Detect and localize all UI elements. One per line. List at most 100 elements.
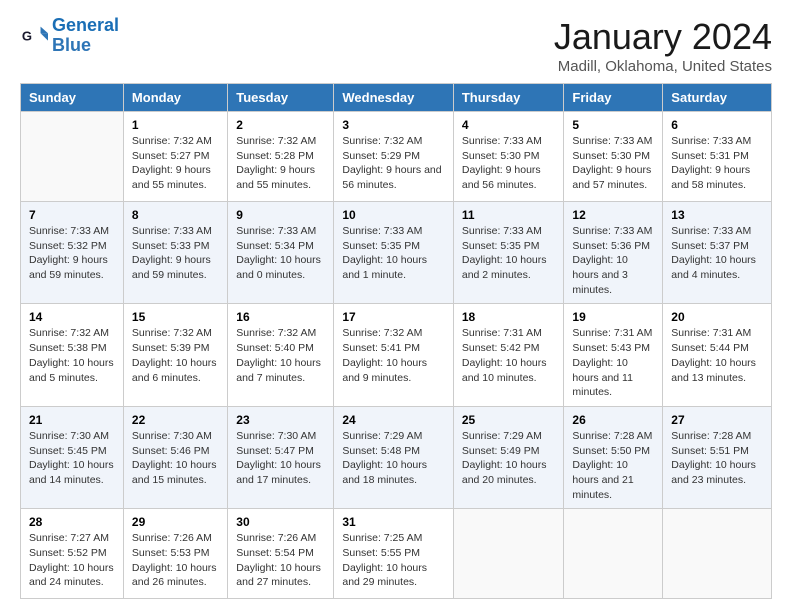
day-info: Sunrise: 7:32 AMSunset: 5:38 PMDaylight:… xyxy=(29,326,115,385)
calendar-cell: 16Sunrise: 7:32 AMSunset: 5:40 PMDayligh… xyxy=(228,304,334,406)
day-info: Sunrise: 7:31 AMSunset: 5:42 PMDaylight:… xyxy=(462,326,556,385)
day-number: 28 xyxy=(29,515,115,529)
day-info: Sunrise: 7:31 AMSunset: 5:44 PMDaylight:… xyxy=(671,326,763,385)
day-info: Sunrise: 7:32 AMSunset: 5:27 PMDaylight:… xyxy=(132,134,219,193)
day-info: Sunrise: 7:33 AMSunset: 5:30 PMDaylight:… xyxy=(462,134,556,193)
calendar-week-row: 28 Sunrise: 7:27 AMSunset: 5:52 PMDayligh… xyxy=(21,509,772,599)
calendar-cell: 1Sunrise: 7:32 AMSunset: 5:27 PMDaylight… xyxy=(123,112,227,202)
day-info: Sunrise: 7:32 AMSunset: 5:40 PMDaylight:… xyxy=(236,326,325,385)
day-number: 31 xyxy=(342,515,445,529)
day-number: 11 xyxy=(462,208,556,222)
calendar-cell: 31 Sunrise: 7:25 AMSunset: 5:55 PMDayligh… xyxy=(334,509,454,599)
calendar-cell: 17Sunrise: 7:32 AMSunset: 5:41 PMDayligh… xyxy=(334,304,454,406)
calendar-cell: 5Sunrise: 7:33 AMSunset: 5:30 PMDaylight… xyxy=(564,112,663,202)
weekday-header-monday: Monday xyxy=(123,84,227,112)
calendar-cell: 11 Sunrise: 7:33 AMSunset: 5:35 PMDayligh… xyxy=(453,202,564,304)
day-number: 8 xyxy=(132,208,219,222)
weekday-header-thursday: Thursday xyxy=(453,84,564,112)
calendar-cell: 22Sunrise: 7:30 AMSunset: 5:46 PMDayligh… xyxy=(123,406,227,508)
day-number: 2 xyxy=(236,118,325,132)
day-info: Sunrise: 7:25 AMSunset: 5:55 PMDaylight:… xyxy=(342,531,445,590)
calendar-cell xyxy=(663,509,772,599)
calendar-week-row: 1Sunrise: 7:32 AMSunset: 5:27 PMDaylight… xyxy=(21,112,772,202)
day-number: 4 xyxy=(462,118,556,132)
day-number: 24 xyxy=(342,413,445,427)
day-number: 17 xyxy=(342,310,445,324)
calendar-cell: 30 Sunrise: 7:26 AMSunset: 5:54 PMDayligh… xyxy=(228,509,334,599)
calendar-week-row: 7Sunrise: 7:33 AMSunset: 5:32 PMDaylight… xyxy=(21,202,772,304)
day-info: Sunrise: 7:31 AMSunset: 5:43 PMDaylight:… xyxy=(572,326,654,399)
calendar-cell: 24 Sunrise: 7:29 AMSunset: 5:48 PMDayligh… xyxy=(334,406,454,508)
page-header: G General Blue January 2024 Madill, Okla… xyxy=(20,16,772,75)
day-number: 7 xyxy=(29,208,115,222)
calendar-cell: 7Sunrise: 7:33 AMSunset: 5:32 PMDaylight… xyxy=(21,202,124,304)
calendar-cell: 27Sunrise: 7:28 AMSunset: 5:51 PMDayligh… xyxy=(663,406,772,508)
calendar-cell: 4 Sunrise: 7:33 AMSunset: 5:30 PMDaylight… xyxy=(453,112,564,202)
calendar-cell xyxy=(453,509,564,599)
svg-text:G: G xyxy=(22,28,32,43)
day-number: 20 xyxy=(671,310,763,324)
calendar-cell: 20 Sunrise: 7:31 AMSunset: 5:44 PMDayligh… xyxy=(663,304,772,406)
calendar-cell: 15 Sunrise: 7:32 AMSunset: 5:39 PMDayligh… xyxy=(123,304,227,406)
day-number: 14 xyxy=(29,310,115,324)
day-number: 18 xyxy=(462,310,556,324)
calendar-cell: 10 Sunrise: 7:33 AMSunset: 5:35 PMDayligh… xyxy=(334,202,454,304)
day-number: 25 xyxy=(462,413,556,427)
calendar-cell: 19 Sunrise: 7:31 AMSunset: 5:43 PMDayligh… xyxy=(564,304,663,406)
day-info: Sunrise: 7:28 AMSunset: 5:50 PMDaylight:… xyxy=(572,429,654,502)
calendar-cell: 23Sunrise: 7:30 AMSunset: 5:47 PMDayligh… xyxy=(228,406,334,508)
day-number: 3 xyxy=(342,118,445,132)
day-info: Sunrise: 7:29 AMSunset: 5:48 PMDaylight:… xyxy=(342,429,445,488)
day-number: 9 xyxy=(236,208,325,222)
calendar-cell xyxy=(21,112,124,202)
day-number: 10 xyxy=(342,208,445,222)
calendar-table: SundayMondayTuesdayWednesdayThursdayFrid… xyxy=(20,83,772,599)
day-info: Sunrise: 7:33 AMSunset: 5:35 PMDaylight:… xyxy=(342,224,445,283)
calendar-cell: 28 Sunrise: 7:27 AMSunset: 5:52 PMDayligh… xyxy=(21,509,124,599)
calendar-cell: 29Sunrise: 7:26 AMSunset: 5:53 PMDayligh… xyxy=(123,509,227,599)
day-number: 30 xyxy=(236,515,325,529)
calendar-cell: 26 Sunrise: 7:28 AMSunset: 5:50 PMDayligh… xyxy=(564,406,663,508)
day-number: 21 xyxy=(29,413,115,427)
weekday-header-saturday: Saturday xyxy=(663,84,772,112)
calendar-cell: 2 Sunrise: 7:32 AMSunset: 5:28 PMDaylight… xyxy=(228,112,334,202)
day-info: Sunrise: 7:33 AMSunset: 5:37 PMDaylight:… xyxy=(671,224,763,283)
day-info: Sunrise: 7:32 AMSunset: 5:39 PMDaylight:… xyxy=(132,326,219,385)
day-number: 13 xyxy=(671,208,763,222)
calendar-cell xyxy=(564,509,663,599)
day-number: 19 xyxy=(572,310,654,324)
calendar-cell: 13 Sunrise: 7:33 AMSunset: 5:37 PMDayligh… xyxy=(663,202,772,304)
day-number: 27 xyxy=(671,413,763,427)
month-title: January 2024 xyxy=(554,16,772,58)
logo: G General Blue xyxy=(20,16,119,56)
day-number: 6 xyxy=(671,118,763,132)
day-info: Sunrise: 7:30 AMSunset: 5:46 PMDaylight:… xyxy=(132,429,219,488)
calendar-cell: 12Sunrise: 7:33 AMSunset: 5:36 PMDayligh… xyxy=(564,202,663,304)
weekday-header-row: SundayMondayTuesdayWednesdayThursdayFrid… xyxy=(21,84,772,112)
day-number: 29 xyxy=(132,515,219,529)
calendar-week-row: 21 Sunrise: 7:30 AMSunset: 5:45 PMDayligh… xyxy=(21,406,772,508)
day-number: 12 xyxy=(572,208,654,222)
day-info: Sunrise: 7:33 AMSunset: 5:31 PMDaylight:… xyxy=(671,134,763,193)
day-info: Sunrise: 7:30 AMSunset: 5:47 PMDaylight:… xyxy=(236,429,325,488)
logo-text: General Blue xyxy=(52,16,119,56)
day-number: 15 xyxy=(132,310,219,324)
calendar-cell: 25 Sunrise: 7:29 AMSunset: 5:49 PMDayligh… xyxy=(453,406,564,508)
day-info: Sunrise: 7:26 AMSunset: 5:54 PMDaylight:… xyxy=(236,531,325,590)
weekday-header-wednesday: Wednesday xyxy=(334,84,454,112)
day-info: Sunrise: 7:30 AMSunset: 5:45 PMDaylight:… xyxy=(29,429,115,488)
day-number: 5 xyxy=(572,118,654,132)
day-info: Sunrise: 7:33 AMSunset: 5:35 PMDaylight:… xyxy=(462,224,556,283)
weekday-header-friday: Friday xyxy=(564,84,663,112)
day-info: Sunrise: 7:27 AMSunset: 5:52 PMDaylight:… xyxy=(29,531,115,590)
calendar-cell: 18 Sunrise: 7:31 AMSunset: 5:42 PMDayligh… xyxy=(453,304,564,406)
calendar-cell: 8 Sunrise: 7:33 AMSunset: 5:33 PMDaylight… xyxy=(123,202,227,304)
weekday-header-tuesday: Tuesday xyxy=(228,84,334,112)
day-info: Sunrise: 7:29 AMSunset: 5:49 PMDaylight:… xyxy=(462,429,556,488)
calendar-cell: 21 Sunrise: 7:30 AMSunset: 5:45 PMDayligh… xyxy=(21,406,124,508)
day-info: Sunrise: 7:33 AMSunset: 5:34 PMDaylight:… xyxy=(236,224,325,283)
day-number: 26 xyxy=(572,413,654,427)
day-info: Sunrise: 7:32 AMSunset: 5:28 PMDaylight:… xyxy=(236,134,325,193)
day-info: Sunrise: 7:33 AMSunset: 5:33 PMDaylight:… xyxy=(132,224,219,283)
calendar-week-row: 14 Sunrise: 7:32 AMSunset: 5:38 PMDayligh… xyxy=(21,304,772,406)
